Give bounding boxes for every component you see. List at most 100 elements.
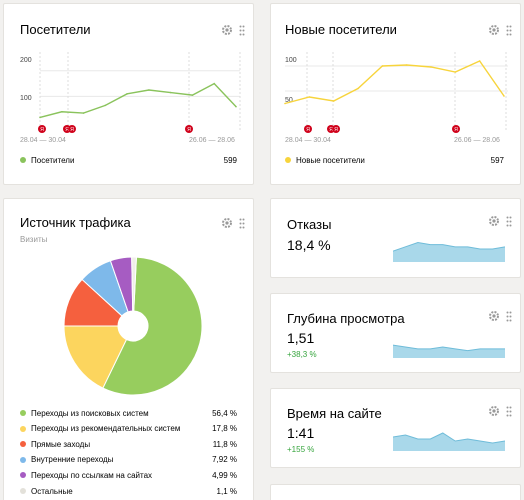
data-point[interactable] [381,65,384,67]
svg-text:Я: Я [454,127,458,133]
next-card [270,484,521,500]
metric-delta: +38,3 % [287,350,317,359]
event-marker[interactable]: Я [68,125,76,133]
card-tools [488,310,512,322]
data-point[interactable] [503,95,505,97]
data-point[interactable] [148,89,150,91]
data-point[interactable] [60,110,63,113]
event-marker[interactable]: Я [452,125,460,133]
legend-dot [20,488,26,494]
metric-value: 1:41 [287,425,315,441]
legend-row[interactable]: Прямые заходы 11,8 % [20,438,237,450]
bounce-card: Отказы 18,4 % [270,198,521,278]
depth-card: Глубина просмотра 1,51 +38,3 % [270,293,521,373]
svg-text:Я: Я [70,127,74,133]
sparkline-area [393,345,505,358]
legend-value: 17,8 % [212,424,237,434]
legend-value: 4,99 % [212,470,237,480]
data-point[interactable] [308,96,311,98]
visitors-card: Посетители 200 100 Я Я Я Я 28.04 — 30.04… [3,3,254,185]
gear-icon[interactable] [488,310,500,322]
drag-handle-icon[interactable] [506,311,512,322]
legend-row[interactable]: Переходы из поисковых систем 56,4 % [20,407,237,419]
date-range-label: 26.06 — 28.06 [189,137,235,144]
data-point[interactable] [284,102,286,105]
legend-value: 56,4 % [212,408,237,418]
data-point[interactable] [104,104,107,107]
svg-text:Я: Я [306,127,310,133]
date-range-label: 26.06 — 28.06 [454,137,500,144]
event-marker[interactable]: Я [304,125,312,133]
legend-value: 11,8 % [212,439,237,449]
svg-text:Я: Я [334,127,338,133]
legend-row[interactable]: Остальные 1,1 % [20,485,237,497]
gear-icon[interactable] [488,215,500,227]
legend-value: 1,1 % [216,486,237,496]
legend-label: Переходы из рекомендательных систем [31,424,181,434]
traffic-donut-chart [63,256,203,396]
y-tick-label: 100 [20,95,32,102]
legend-label: Прямые заходы [31,439,91,449]
card-title: Источник трафика [20,215,131,230]
drag-handle-icon[interactable] [506,216,512,227]
legend-label: Новые посетители [296,155,365,165]
card-tools [488,215,512,227]
traffic-source-card: Источник трафика Визиты Переходы из поис… [3,198,254,500]
legend-dot [285,157,291,163]
data-point[interactable] [213,82,216,85]
data-point[interactable] [126,93,128,95]
legend-label: Внутренние переходы [31,455,114,465]
event-marker[interactable]: Я [38,125,46,133]
legend-dot [20,472,26,479]
legend-label: Посетители [31,155,75,165]
event-marker[interactable]: Я [332,125,340,133]
legend-value: 599 [223,155,237,165]
card-tools [488,405,512,417]
card-title: Время на сайте [287,406,382,421]
legend-row[interactable]: Переходы по ссылкам на сайтах 4,99 % [20,469,237,481]
metric-value: 18,4 % [287,237,331,253]
legend-label: Переходы из поисковых систем [31,408,149,418]
legend-row[interactable]: Новые посетители 597 [285,154,504,166]
y-tick-label: 100 [285,57,297,64]
card-title: Отказы [287,217,332,232]
svg-text:Я: Я [40,127,44,133]
drag-handle-icon[interactable] [506,406,512,417]
date-range-label: 28.04 — 30.04 [285,137,331,144]
legend-dot [20,456,26,463]
bounce-sparkline [393,241,505,262]
data-point[interactable] [82,112,85,114]
new-visitors-line-chart: 100 50 Я Я Я Я 28.04 — 30.04 26.06 — 28.… [284,52,508,144]
data-point[interactable] [357,87,359,90]
card-tools [221,217,245,229]
gear-icon[interactable] [488,405,500,417]
data-point[interactable] [405,64,408,66]
legend-row[interactable]: Внутренние переходы 7,92 % [20,454,237,466]
y-tick-label: 200 [20,57,32,64]
legend-dot [20,157,26,163]
gear-icon[interactable] [221,217,233,229]
legend-row[interactable]: Переходы из рекомендательных систем 17,8 … [20,423,237,435]
metric-delta: +155 % [287,445,315,454]
drag-handle-icon[interactable] [239,218,245,229]
data-point[interactable] [169,91,172,94]
data-point[interactable] [430,66,432,68]
time-on-site-card: Время на сайте 1:41 +155 % [270,388,521,468]
legend-dot [20,441,26,448]
data-point[interactable] [454,71,457,73]
data-point[interactable] [235,105,237,108]
data-point[interactable] [332,100,335,102]
data-point[interactable] [478,60,481,62]
legend-dot [20,425,26,432]
depth-sparkline [393,344,505,358]
legend-row[interactable]: Посетители 599 [20,154,237,166]
event-marker[interactable]: Я [185,125,193,133]
date-range-label: 28.04 — 30.04 [20,137,66,144]
card-subtitle: Визиты [20,235,48,244]
series-line [284,60,505,105]
data-point[interactable] [39,116,41,119]
data-point[interactable] [191,94,194,96]
metric-value: 1,51 [287,330,315,346]
legend-dot [20,410,26,416]
legend-value: 597 [490,155,504,165]
